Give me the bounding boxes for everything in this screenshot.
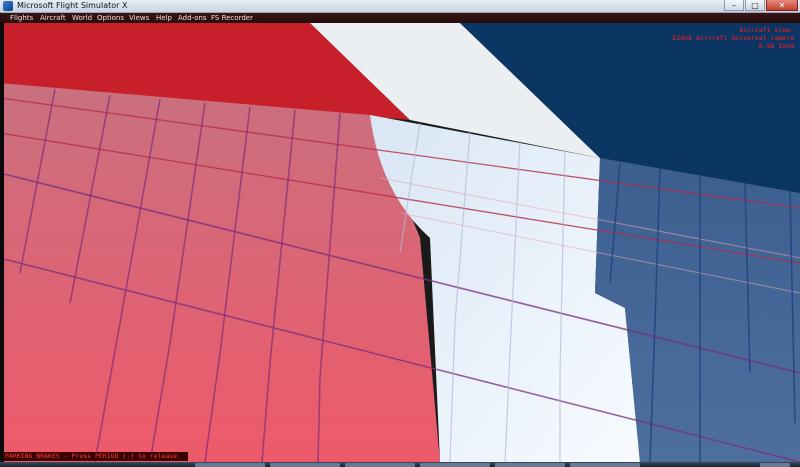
menu-views[interactable]: Views xyxy=(129,13,149,23)
close-button[interactable]: ✕ xyxy=(766,0,798,11)
maximize-button[interactable]: □ xyxy=(745,0,765,11)
camera-name: EZdok Aircraft Universal camera xyxy=(672,34,794,42)
menu-addons[interactable]: Add-ons xyxy=(178,13,207,23)
taskbar-button[interactable] xyxy=(270,463,340,467)
menu-aircraft[interactable]: Aircraft xyxy=(40,13,66,23)
menu-bar: Flights Aircraft World Options Views Hel… xyxy=(0,13,800,23)
taskbar-button[interactable] xyxy=(345,463,415,467)
parking-brakes-message: PARKING BRAKES - Press PERIOD (.) to rel… xyxy=(3,452,188,461)
taskbar-button[interactable] xyxy=(420,463,490,467)
taskbar-button[interactable] xyxy=(495,463,565,467)
menu-fs-recorder[interactable]: FS Recorder xyxy=(211,13,253,23)
taskbar-button[interactable] xyxy=(570,463,640,467)
minimize-button[interactable]: – xyxy=(724,0,744,11)
taskbar-button[interactable] xyxy=(195,463,265,467)
3d-view[interactable] xyxy=(0,23,800,462)
aircraft-view-info: Aircraft View: EZdok Aircraft Universal … xyxy=(673,26,794,50)
menu-flights[interactable]: Flights xyxy=(10,13,33,23)
tray-area[interactable] xyxy=(760,463,790,467)
wing-and-tail-render xyxy=(0,23,800,462)
wing-red-section xyxy=(0,83,440,462)
menu-world[interactable]: World xyxy=(72,13,92,23)
title-bar[interactable]: Microsoft Flight Simulator X – □ ✕ xyxy=(0,0,800,13)
menu-help[interactable]: Help xyxy=(156,13,172,23)
left-frame-edge xyxy=(0,23,4,462)
window-controls: – □ ✕ xyxy=(724,0,798,12)
taskbar xyxy=(0,462,800,467)
window-title: Microsoft Flight Simulator X xyxy=(17,1,128,10)
zoom-level: 0.98 Zoom xyxy=(758,42,794,50)
menu-options[interactable]: Options xyxy=(97,13,124,23)
flight-sim-window: Microsoft Flight Simulator X – □ ✕ Fligh… xyxy=(0,0,800,467)
app-icon xyxy=(3,1,13,11)
view-label: Aircraft View: xyxy=(739,26,794,34)
